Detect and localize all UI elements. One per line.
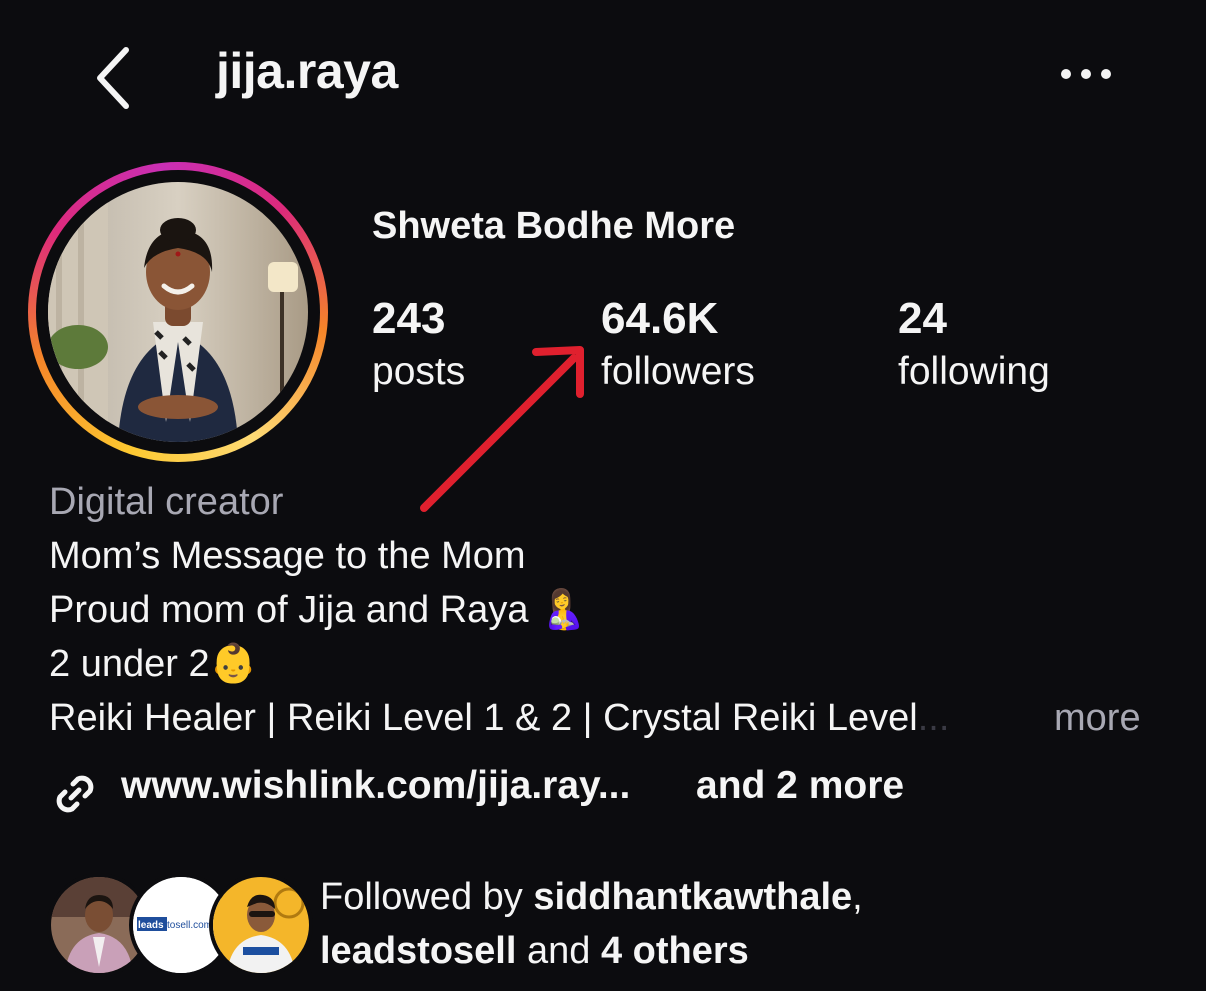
followed-by-and: and bbox=[516, 930, 601, 972]
avatar[interactable] bbox=[48, 182, 308, 442]
more-options-button[interactable] bbox=[1056, 52, 1116, 96]
followed-by-prefix: Followed by bbox=[320, 876, 534, 918]
link-url[interactable]: www.wishlink.com/jija.ray... bbox=[121, 764, 630, 808]
svg-text:leads: leads bbox=[138, 920, 164, 931]
following-label: following bbox=[898, 350, 1050, 393]
links-more[interactable]: and 2 more bbox=[696, 764, 904, 808]
posts-label: posts bbox=[372, 350, 466, 393]
followed-by-text[interactable]: Followed by siddhantkawthale, leadstosell… bbox=[320, 870, 863, 978]
profile-username: jija.raya bbox=[216, 43, 398, 99]
following-stat[interactable]: 24 following bbox=[898, 292, 1050, 398]
bio-line-text: Reiki Healer | Reiki Level 1 & 2 | Cryst… bbox=[49, 697, 918, 739]
following-count: 24 bbox=[898, 294, 947, 343]
followed-by-separator: , bbox=[852, 876, 863, 918]
mutual-avatar-illustration bbox=[213, 877, 309, 973]
followers-stat[interactable]: 64.6K followers bbox=[601, 292, 755, 398]
mutual-others[interactable]: 4 others bbox=[601, 930, 749, 972]
link-icon bbox=[56, 775, 94, 813]
svg-text:tosell.com: tosell.com bbox=[167, 920, 212, 931]
followers-count: 64.6K bbox=[601, 294, 719, 343]
more-horizontal-icon bbox=[1061, 69, 1111, 79]
bio-line: Mom’s Message to the Mom bbox=[49, 535, 526, 577]
followers-label: followers bbox=[601, 350, 755, 393]
back-button[interactable] bbox=[88, 40, 148, 112]
chevron-left-icon bbox=[97, 47, 129, 109]
bio-more-link[interactable]: more bbox=[1054, 694, 1141, 742]
story-ring[interactable] bbox=[28, 162, 328, 462]
bio-truncation: ... bbox=[917, 697, 950, 739]
mutual-avatar bbox=[209, 873, 313, 977]
display-name: Shweta Bodhe More bbox=[372, 205, 736, 247]
mutual-followers-avatars[interactable]: leads tosell.com bbox=[47, 873, 313, 977]
posts-count: 243 bbox=[372, 294, 446, 343]
bio-line: Reiki Healer | Reiki Level 1 & 2 | Cryst… bbox=[49, 694, 949, 742]
bio-line: Proud mom of Jija and Raya 🤱 bbox=[49, 589, 587, 631]
profile-header: jija.raya bbox=[0, 0, 1206, 150]
mutual-user-2[interactable]: leadstosell bbox=[320, 930, 516, 972]
bio-line: 2 under 2👶 bbox=[49, 643, 257, 685]
avatar-photo-illustration bbox=[48, 182, 308, 442]
posts-stat[interactable]: 243 posts bbox=[372, 292, 465, 398]
profile-category: Digital creator bbox=[49, 481, 284, 523]
mutual-user-1[interactable]: siddhantkawthale bbox=[533, 876, 852, 918]
